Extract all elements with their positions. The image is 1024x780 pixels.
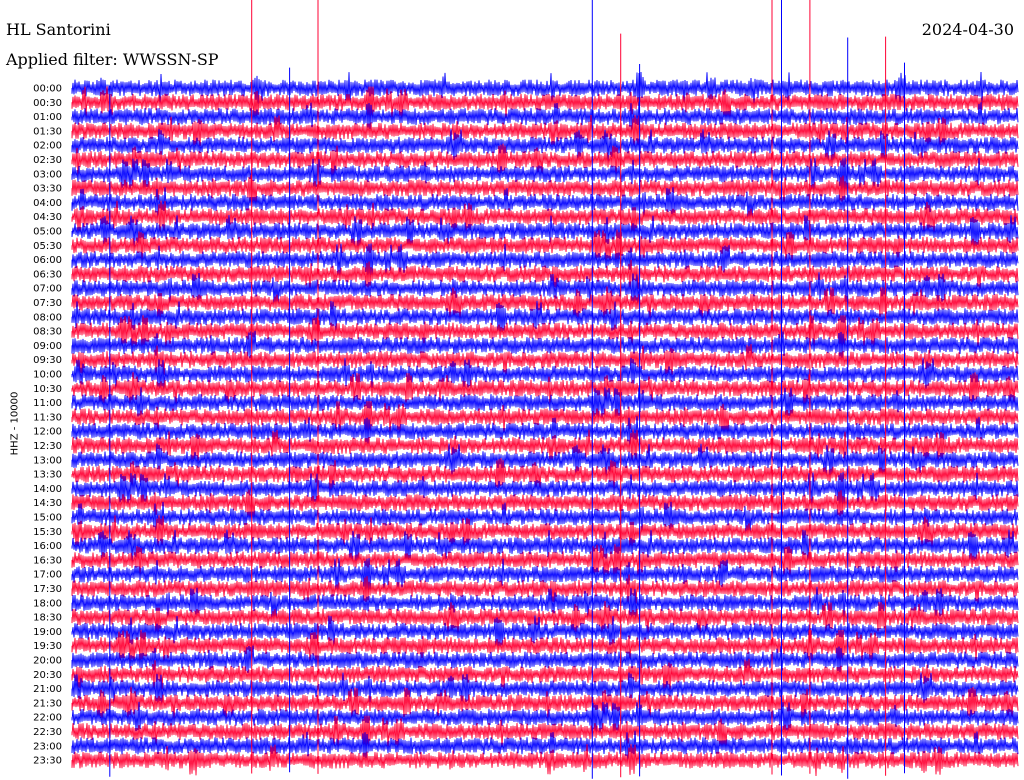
row-label: 02:00 — [33, 141, 62, 152]
row-label: 12:30 — [33, 441, 62, 452]
row-label: 21:30 — [33, 698, 62, 709]
row-label: 03:00 — [33, 169, 62, 180]
row-label: 09:00 — [33, 341, 62, 352]
row-label: 14:00 — [33, 484, 62, 495]
row-label: 17:30 — [33, 584, 62, 595]
row-label: 11:00 — [33, 398, 62, 409]
row-label: 22:00 — [33, 713, 62, 724]
row-label: 06:30 — [33, 269, 62, 280]
row-label: 14:30 — [33, 498, 62, 509]
row-label: 08:00 — [33, 312, 62, 323]
row-label: 20:30 — [33, 670, 62, 681]
row-label: 10:30 — [33, 384, 62, 395]
row-label: 05:30 — [33, 241, 62, 252]
row-label: 18:00 — [33, 598, 62, 609]
row-label: 18:30 — [33, 613, 62, 624]
row-label: 02:30 — [33, 155, 62, 166]
row-label: 04:00 — [33, 198, 62, 209]
helicorder-chart: 00:00 00:30 01:00 01:30 02:00 02:30 03:00 03:30… — [33, 0, 1019, 779]
row-label: 15:00 — [33, 513, 62, 524]
row-label: 09:30 — [33, 355, 62, 366]
row-label: 23:30 — [33, 756, 62, 767]
row-label: 05:00 — [33, 227, 62, 238]
row-label: 01:30 — [33, 126, 62, 137]
row-label: 21:00 — [33, 684, 62, 695]
row-label: 08:30 — [33, 327, 62, 338]
row-label-group: 00:00 00:30 01:00 01:30 02:00 02:30 03:00 03:30… — [33, 84, 62, 767]
row-label: 07:30 — [33, 298, 62, 309]
row-label: 23:00 — [33, 741, 62, 752]
row-label: 04:30 — [33, 212, 62, 223]
row-label: 07:00 — [33, 284, 62, 295]
row-label: 16:00 — [33, 541, 62, 552]
row-label: 20:00 — [33, 656, 62, 667]
row-label: 13:00 — [33, 455, 62, 466]
row-label: 00:30 — [33, 98, 62, 109]
row-label: 13:30 — [33, 470, 62, 481]
row-label: 11:30 — [33, 412, 62, 423]
row-label: 19:00 — [33, 627, 62, 638]
row-label: 03:30 — [33, 184, 62, 195]
row-label: 00:00 — [33, 84, 62, 95]
row-label: 06:00 — [33, 255, 62, 266]
row-label: 19:30 — [33, 641, 62, 652]
row-label: 17:00 — [33, 570, 62, 581]
trace-row — [71, 574, 1019, 604]
row-label: 15:30 — [33, 527, 62, 538]
row-label: 22:30 — [33, 727, 62, 738]
row-label: 10:00 — [33, 370, 62, 381]
row-label: 01:00 — [33, 112, 62, 123]
row-label: 16:30 — [33, 555, 62, 566]
trace-rows — [71, 71, 1019, 777]
row-label: 12:00 — [33, 427, 62, 438]
